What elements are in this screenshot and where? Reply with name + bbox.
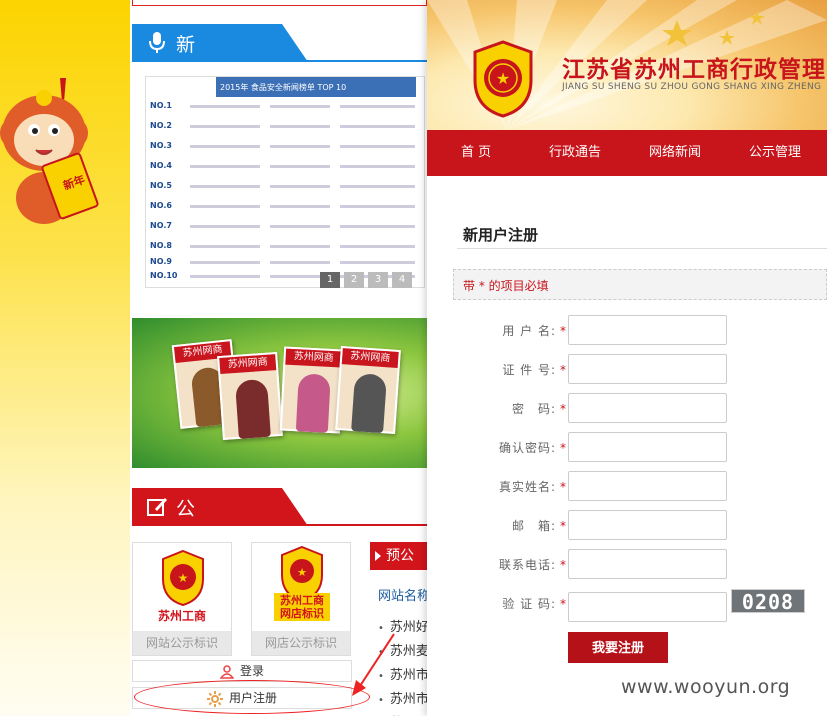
real-name-input[interactable] xyxy=(568,471,727,501)
news-row: NO.3 xyxy=(150,141,420,157)
edit-icon xyxy=(147,498,167,516)
svg-text:★: ★ xyxy=(178,571,189,585)
news-pager: 1 2 3 4 xyxy=(320,272,412,288)
divider xyxy=(457,248,827,249)
red-arrow-icon xyxy=(352,633,395,696)
pager-2[interactable]: 2 xyxy=(344,272,364,288)
news-image-header: 2015年 食品安全新闻榜单 TOP 10 xyxy=(216,77,416,97)
pager-3[interactable]: 3 xyxy=(368,272,388,288)
username-input[interactable] xyxy=(568,315,727,345)
site-name-label: 网站名称 xyxy=(378,589,427,604)
national-emblem-icon: ★ xyxy=(162,549,204,607)
microphone-icon xyxy=(149,32,165,53)
svg-text:★: ★ xyxy=(297,566,307,579)
main-nav: 首 页 行政通告 网络新闻 公示管理 xyxy=(427,130,827,176)
password-label: 密 码: * xyxy=(511,402,567,416)
news-row: NO.6 xyxy=(150,201,420,217)
left-decoration-strip: 新年 xyxy=(0,0,130,716)
top-border-box xyxy=(132,0,427,6)
registration-popup: ★ 江苏省苏州工商行政管理 JIANG SU SHENG SU ZHOU GON… xyxy=(427,0,827,716)
magazine-banner[interactable]: 苏州网商 苏州网商 苏州网商 苏州网商 xyxy=(132,318,427,468)
news-row: NO.1 xyxy=(150,101,420,117)
pager-1[interactable]: 1 xyxy=(320,272,340,288)
nav-news[interactable]: 网络新闻 xyxy=(649,130,701,176)
id-number-input[interactable] xyxy=(568,354,727,384)
captcha-label: 验 证 码: * xyxy=(502,597,567,611)
login-button[interactable]: 登录 xyxy=(132,660,352,682)
username-label: 用 户 名: * xyxy=(502,324,567,338)
form-title: 新用户注册 xyxy=(463,226,539,244)
news-row: NO.8 xyxy=(150,241,420,257)
website-badge[interactable]: ★ 苏州工商 网站公示标识 xyxy=(132,542,232,656)
confirm-password-input[interactable] xyxy=(568,432,727,462)
shop-badge[interactable]: ★ 苏州工商 网店标识 网店公示标识 xyxy=(251,542,351,656)
nav-publicity[interactable]: 公示管理 xyxy=(749,130,801,176)
news-row: NO.5 xyxy=(150,181,420,197)
user-icon xyxy=(219,664,234,679)
captcha-input[interactable] xyxy=(568,592,727,622)
badge-emblem-text: 苏州工商 xyxy=(157,609,206,623)
phone-input[interactable] xyxy=(568,549,727,579)
register-submit-button[interactable]: 我要注册 xyxy=(568,632,668,663)
news-slide-image[interactable]: 2015年 食品安全新闻榜单 TOP 10 NO.1 NO.2 NO.3 NO.… xyxy=(145,76,425,288)
news-row: NO.4 xyxy=(150,161,420,177)
national-emblem-icon: ★ xyxy=(473,40,533,118)
login-label: 登录 xyxy=(239,664,264,678)
watermark: www.wooyun.org xyxy=(621,676,791,698)
magazine-cover: 苏州网商 xyxy=(335,346,401,434)
required-note: 带 * 的项目必填 xyxy=(463,279,549,293)
required-note-bar: 带 * 的项目必填 xyxy=(453,269,827,300)
background-page: 新闻中心 2015年 食品安全新闻榜单 TOP 10 NO.1 NO.2 NO.… xyxy=(130,0,427,716)
nav-home[interactable]: 首 页 xyxy=(461,130,491,176)
magazine-cover: 苏州网商 xyxy=(279,346,345,434)
highlight-oval xyxy=(134,680,370,714)
password-input[interactable] xyxy=(568,393,727,423)
site-header: ★ 江苏省苏州工商行政管理 JIANG SU SHENG SU ZHOU GON… xyxy=(427,0,827,130)
shop-badge-caption: 网店公示标识 xyxy=(252,631,350,655)
preview-list-item[interactable]: •苏州 xyxy=(378,712,416,716)
email-input[interactable] xyxy=(568,510,727,540)
website-badge-caption: 网站公示标识 xyxy=(133,631,231,655)
confirm-password-label: 确认密码: * xyxy=(498,441,567,455)
captcha-image[interactable]: 0208 xyxy=(731,589,805,614)
monkey-mascot-icon: 新年 xyxy=(0,78,99,224)
site-title: 江苏省苏州工商行政管理 xyxy=(562,57,826,83)
news-row: NO.7 xyxy=(150,221,420,237)
magazine-cover: 苏州网商 xyxy=(217,352,283,440)
pager-4[interactable]: 4 xyxy=(392,272,412,288)
badge-emblem-text: 苏州工商 网店标识 xyxy=(274,593,330,621)
news-row: NO.2 xyxy=(150,121,420,137)
id-number-label: 证 件 号: * xyxy=(502,363,567,377)
email-label: 邮 箱: * xyxy=(511,519,567,533)
nav-notices[interactable]: 行政通告 xyxy=(549,130,601,176)
real-name-label: 真实姓名: * xyxy=(498,480,567,494)
svg-text:★: ★ xyxy=(496,69,510,88)
site-subtitle: JIANG SU SHENG SU ZHOU GONG SHANG XING Z… xyxy=(562,82,822,92)
phone-label: 联系电话: * xyxy=(498,558,567,572)
preview-tab[interactable]: 预公 xyxy=(370,542,427,570)
